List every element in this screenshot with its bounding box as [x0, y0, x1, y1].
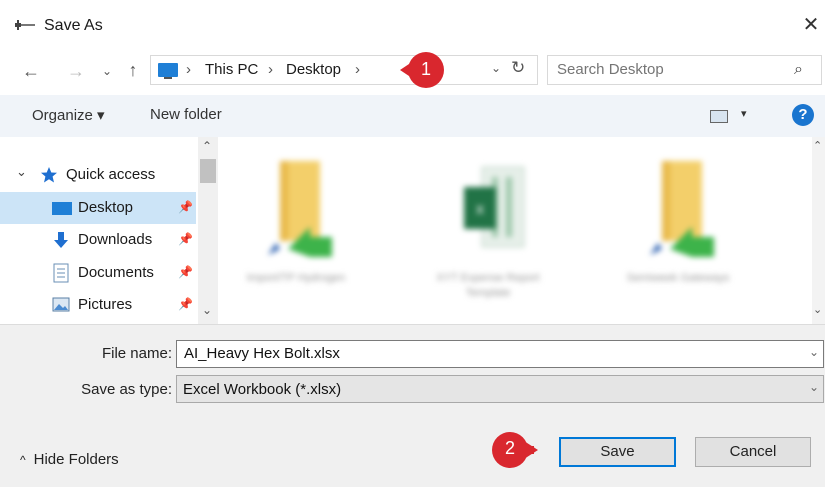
step-callout-2: 2 [484, 430, 538, 470]
star-icon [41, 167, 57, 183]
command-bar: Organize ▾ New folder ▾ ? [0, 95, 825, 137]
navigation-pane: ⌄ Quick access Desktop 📌 Downloads 📌 Doc… [0, 137, 218, 324]
title-bar: Save As ✕ [0, 0, 825, 50]
desktop-icon [52, 202, 72, 215]
address-dropdown-button[interactable]: ⌄ [491, 61, 501, 75]
hide-folders-button[interactable]: ^ Hide Folders [20, 451, 119, 468]
breadcrumb-desktop[interactable]: Desktop [286, 61, 341, 78]
save-as-type-label: Save as type: [81, 381, 172, 398]
scroll-down-icon[interactable]: ⌄ [202, 303, 212, 317]
excel-file-icon: x [464, 166, 525, 248]
file-name-combobox[interactable]: ⌄ [176, 340, 824, 368]
pin-icon[interactable]: 📌 [178, 232, 193, 246]
refresh-icon[interactable]: ↻ [511, 58, 525, 78]
callout-number: 1 [420, 59, 431, 79]
save-form: File name: ⌄ Save as type: Excel Workboo… [0, 324, 825, 487]
help-icon[interactable]: ? [792, 104, 814, 126]
folder-shortcut-icon [650, 161, 714, 257]
sidebar-item-label: Documents [78, 264, 154, 281]
breadcrumb-separator: › [268, 61, 273, 78]
breadcrumb-separator[interactable]: › [355, 61, 360, 78]
quick-access-label: Quick access [66, 166, 156, 183]
sidebar-item-pictures[interactable]: Pictures 📌 [0, 289, 196, 321]
change-view-icon[interactable] [710, 110, 728, 123]
file-item[interactable]: x XYT Expense Report Template [428, 149, 548, 319]
file-name-label: File name: [101, 345, 172, 362]
pin-icon[interactable]: 📌 [178, 265, 193, 279]
file-name: Semiweek Gateways [626, 272, 730, 284]
scrollbar-thumb[interactable] [200, 159, 216, 183]
sidebar-item-downloads[interactable]: Downloads 📌 [0, 224, 196, 256]
sidebar-item-label: Downloads [78, 231, 153, 248]
sidebar-item-label: Pictures [78, 296, 133, 313]
hide-folders-label: Hide Folders [33, 451, 119, 468]
chevron-down-icon[interactable]: ⌄ [809, 380, 819, 394]
sidebar-item-desktop[interactable]: Desktop 📌 [0, 192, 196, 224]
breadcrumb-this-pc[interactable]: This PC [205, 61, 258, 78]
window-title: Save As [44, 17, 103, 34]
folder-shortcut-icon [268, 161, 332, 257]
save-button[interactable]: Save [559, 437, 676, 467]
file-list: Import/TP Hydrogen x XYT Expense Report … [218, 137, 812, 324]
scroll-down-icon[interactable]: ⌄ [813, 303, 822, 316]
file-name: XYT Expense Report Template [436, 272, 540, 299]
back-button[interactable]: ← [17, 59, 45, 83]
pictures-icon [52, 297, 70, 312]
chevron-up-icon: ^ [20, 453, 26, 467]
scroll-up-icon[interactable]: ⌃ [813, 139, 822, 152]
quick-access-group[interactable]: ⌄ Quick access [0, 159, 196, 191]
document-icon [53, 263, 69, 283]
download-arrow-icon [54, 232, 68, 248]
svg-text:x: x [476, 201, 484, 218]
expand-chevron-icon[interactable]: ⌄ [16, 164, 27, 180]
forward-button[interactable]: → [62, 59, 90, 83]
navigation-scrollbar[interactable]: ⌃ ⌄ [198, 137, 218, 324]
new-folder-button[interactable]: New folder [150, 106, 222, 123]
search-box[interactable]: ⌕ [547, 55, 822, 85]
search-input[interactable] [557, 61, 777, 78]
file-list-scrollbar[interactable]: ⌃ ⌄ [812, 137, 825, 324]
sidebar-item-label: Desktop [78, 199, 134, 216]
callout-number: 2 [504, 438, 515, 458]
save-as-type-select[interactable]: Excel Workbook (*.xlsx) ⌄ [176, 375, 824, 403]
organize-menu-button[interactable]: Organize ▾ [32, 106, 105, 124]
file-name: Import/TP Hydrogen [246, 272, 346, 284]
chevron-down-icon[interactable]: ⌄ [809, 345, 819, 359]
search-icon[interactable]: ⌕ [794, 61, 803, 79]
cancel-button[interactable]: Cancel [695, 437, 811, 467]
sidebar-item-documents[interactable]: Documents 📌 [0, 257, 196, 289]
monitor-icon [158, 63, 178, 79]
step-callout-1: 1 [400, 51, 454, 91]
save-as-type-value: Excel Workbook (*.xlsx) [183, 381, 342, 398]
pin-icon[interactable]: 📌 [178, 297, 193, 311]
scroll-up-icon[interactable]: ⌃ [202, 139, 212, 153]
up-button[interactable]: ↑ [122, 58, 144, 82]
address-bar[interactable]: › This PC › Desktop › ⌄ ↻ [150, 55, 538, 85]
recent-locations-button[interactable]: ⌄ [98, 59, 116, 83]
file-name-input[interactable] [184, 345, 784, 362]
file-item[interactable]: Import/TP Hydrogen [236, 149, 356, 319]
file-item[interactable]: Semiweek Gateways [618, 149, 738, 319]
save-dialog-icon [15, 20, 35, 30]
close-button[interactable]: ✕ [800, 14, 822, 36]
pin-icon[interactable]: 📌 [178, 200, 193, 214]
view-options-dropdown[interactable]: ▾ [741, 107, 747, 120]
breadcrumb-separator: › [186, 61, 191, 78]
